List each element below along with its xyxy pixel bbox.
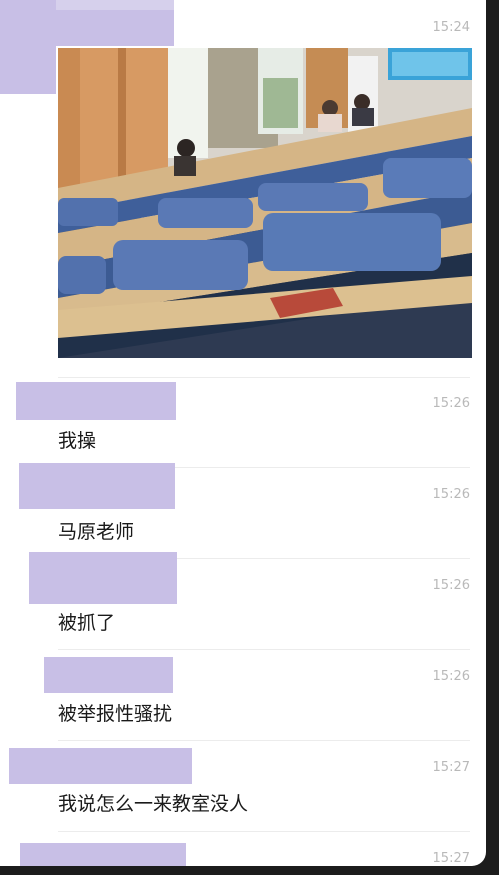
message-divider [58, 831, 470, 832]
classroom-photo-icon [58, 48, 472, 358]
message-timestamp: 15:26 [432, 669, 470, 684]
message-timestamp: 15:26 [432, 487, 470, 502]
redacted-sender-name [29, 552, 177, 604]
message-timestamp: 15:26 [432, 396, 470, 411]
message-text[interactable]: 被举报性骚扰 [58, 699, 172, 726]
redacted-avatar [0, 0, 56, 94]
redacted-sender-name [56, 10, 174, 46]
message-timestamp: 15:27 [432, 760, 470, 775]
message-timestamp: 15:24 [432, 20, 470, 35]
message-text[interactable]: 我操 [58, 426, 96, 453]
chat-screen: 15:24 15:26 我操 15:26 马原老师 15:26 被抓了 15:2… [0, 0, 486, 866]
message-divider [58, 649, 470, 650]
message-timestamp: 15:26 [432, 578, 470, 593]
message-text[interactable]: 马原老师 [58, 517, 134, 544]
redacted-sender-name [44, 657, 173, 693]
message-text[interactable]: 被抓了 [58, 608, 115, 635]
message-text[interactable]: 我说怎么一来教室没人 [58, 789, 248, 816]
redacted-sender-name [20, 843, 186, 866]
classroom-photo[interactable] [58, 48, 472, 358]
message-divider [58, 377, 470, 378]
redacted-sender-name [16, 382, 176, 420]
redacted-sender-name [56, 0, 174, 10]
redacted-sender-name [9, 748, 192, 784]
redacted-sender-name [19, 463, 175, 509]
message-divider [58, 740, 470, 741]
message-timestamp: 15:27 [432, 851, 470, 866]
